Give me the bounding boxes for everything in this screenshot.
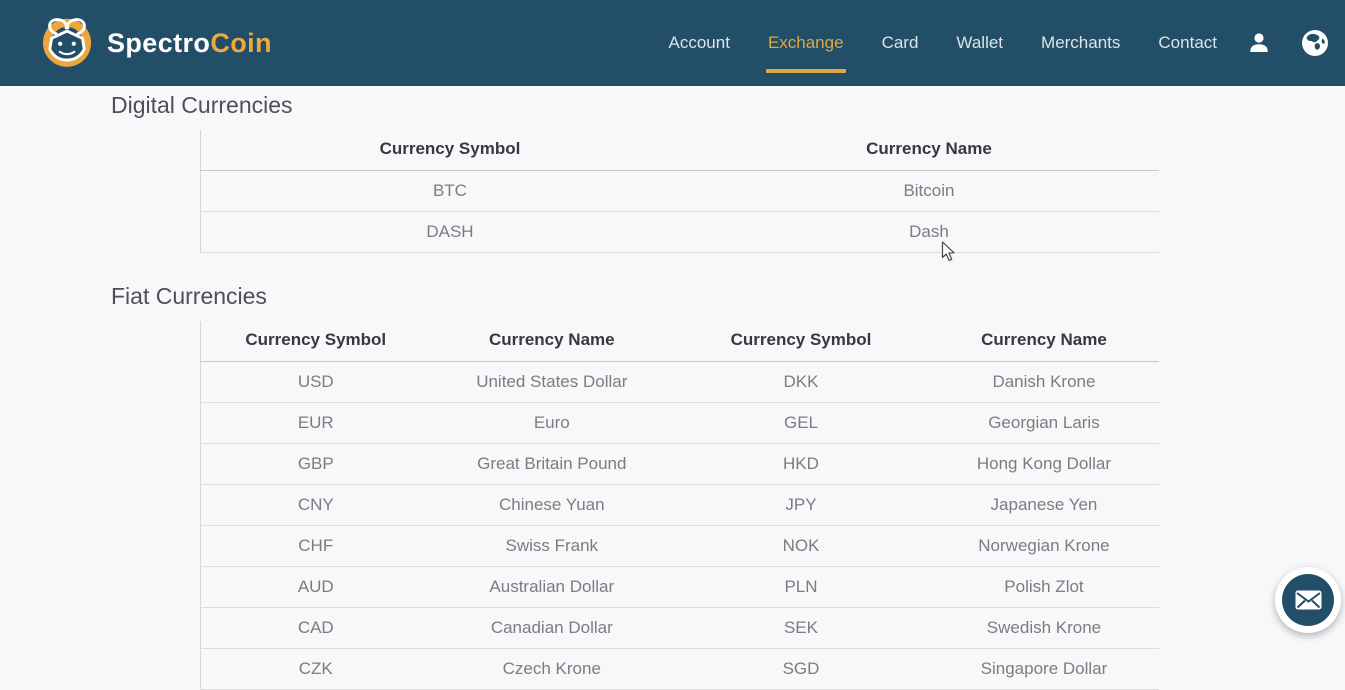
table-cell: CAD <box>200 607 431 649</box>
table-cell: Chinese Yuan <box>430 484 674 526</box>
table-cell: USD <box>200 361 431 403</box>
nav-link-account[interactable]: Account <box>669 0 730 86</box>
table-cell: CZK <box>200 648 431 690</box>
table-header-row: Currency Symbol Currency Name Currency Sym… <box>200 321 1159 362</box>
table-cell: GBP <box>200 443 431 485</box>
table-cell: Swedish Krone <box>928 607 1159 649</box>
bull-logo-icon <box>38 12 96 75</box>
table-cell: Danish Krone <box>928 361 1159 403</box>
table-row: CZK Czech Krone SGD Singapore Dollar <box>200 648 1159 690</box>
brand-name-secondary: Coin <box>210 27 272 58</box>
table-cell: Bitcoin <box>698 170 1159 212</box>
table-cell: Polish Zlot <box>928 566 1159 608</box>
table-cell: Canadian Dollar <box>430 607 674 649</box>
table-cell: SGD <box>673 648 929 690</box>
table-row: CHF Swiss Frank NOK Norwegian Krone <box>200 525 1159 567</box>
table-cell: Georgian Laris <box>928 402 1159 444</box>
table-cell: DKK <box>673 361 929 403</box>
column-header: Currency Name <box>430 321 674 362</box>
table-row: BTC Bitcoin <box>200 170 1159 212</box>
fiat-currencies-title: Fiat Currencies <box>111 283 267 309</box>
top-navbar: SpectroCoin Account Exchange Card Wallet Mer… <box>0 0 1345 86</box>
nav-link-card[interactable]: Card <box>882 0 919 86</box>
nav-link-wallet[interactable]: Wallet <box>956 0 1003 86</box>
nav-icons <box>1247 29 1345 57</box>
table-row: DASH Dash <box>200 211 1159 253</box>
table-row: CAD Canadian Dollar SEK Swedish Krone <box>200 607 1159 649</box>
brand-name-primary: Spectro <box>107 27 211 58</box>
table-cell: CNY <box>200 484 431 526</box>
table-row: AUD Australian Dollar PLN Polish Zlot <box>200 566 1159 608</box>
table-cell: GEL <box>673 402 929 444</box>
table-row: GBP Great Britain Pound HKD Hong Kong Dolla… <box>200 443 1159 485</box>
table-cell: NOK <box>673 525 929 567</box>
table-row: EUR Euro GEL Georgian Laris <box>200 402 1159 444</box>
table-row: USD United States Dollar DKK Danish Krone <box>200 361 1159 403</box>
table-cell: SEK <box>673 607 929 649</box>
table-cell: Czech Krone <box>430 648 674 690</box>
table-cell: HKD <box>673 443 929 485</box>
table-cell: DASH <box>200 211 699 253</box>
column-header: Currency Symbol <box>673 321 929 362</box>
digital-currencies-table: Currency Symbol Currency Name BTC Bitcoin D… <box>200 130 1159 253</box>
table-cell: Dash <box>698 211 1159 253</box>
table-cell: United States Dollar <box>430 361 674 403</box>
digital-currencies-title: Digital Currencies <box>111 92 293 118</box>
table-cell: Australian Dollar <box>430 566 674 608</box>
table-cell: PLN <box>673 566 929 608</box>
table-cell: Singapore Dollar <box>928 648 1159 690</box>
table-cell: BTC <box>200 170 699 212</box>
table-cell: JPY <box>673 484 929 526</box>
main-nav: Account Exchange Card Wallet Merchants Contac… <box>669 0 1217 86</box>
table-cell: Norwegian Krone <box>928 525 1159 567</box>
nav-link-merchants[interactable]: Merchants <box>1041 0 1120 86</box>
brand-logo[interactable]: SpectroCoin <box>38 12 272 75</box>
mail-envelope-icon <box>1282 574 1334 626</box>
table-cell: CHF <box>200 525 431 567</box>
table-cell: Great Britain Pound <box>430 443 674 485</box>
table-header-row: Currency Symbol Currency Name <box>200 130 1159 171</box>
globe-icon[interactable] <box>1301 29 1329 57</box>
brand-name: SpectroCoin <box>107 28 272 59</box>
fiat-currencies-table: Currency Symbol Currency Name Currency Sym… <box>200 321 1159 690</box>
nav-link-contact[interactable]: Contact <box>1158 0 1217 86</box>
table-row: CNY Chinese Yuan JPY Japanese Yen <box>200 484 1159 526</box>
table-cell: Euro <box>430 402 674 444</box>
table-cell: Hong Kong Dollar <box>928 443 1159 485</box>
column-header: Currency Name <box>928 321 1159 362</box>
column-header: Currency Symbol <box>200 321 431 362</box>
nav-link-exchange[interactable]: Exchange <box>765 0 846 86</box>
column-header: Currency Symbol <box>200 130 699 171</box>
table-cell: Swiss Frank <box>430 525 674 567</box>
mail-chat-button[interactable] <box>1275 567 1341 633</box>
table-cell: Japanese Yen <box>928 484 1159 526</box>
page-content: Digital Currencies Currency Symbol Curren… <box>0 86 1345 690</box>
table-cell: EUR <box>200 402 431 444</box>
column-header: Currency Name <box>698 130 1159 171</box>
table-cell: AUD <box>200 566 431 608</box>
user-icon[interactable] <box>1247 31 1271 55</box>
